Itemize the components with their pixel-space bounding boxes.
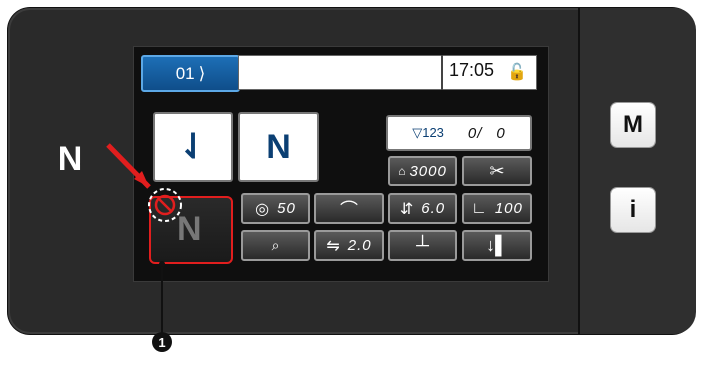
prohibited-icon bbox=[154, 194, 176, 216]
callout-leader-dot bbox=[159, 261, 165, 267]
callout-number-label: 1 bbox=[158, 334, 166, 350]
annotation-overlay bbox=[106, 143, 182, 334]
callout-number: 1 bbox=[152, 332, 172, 352]
